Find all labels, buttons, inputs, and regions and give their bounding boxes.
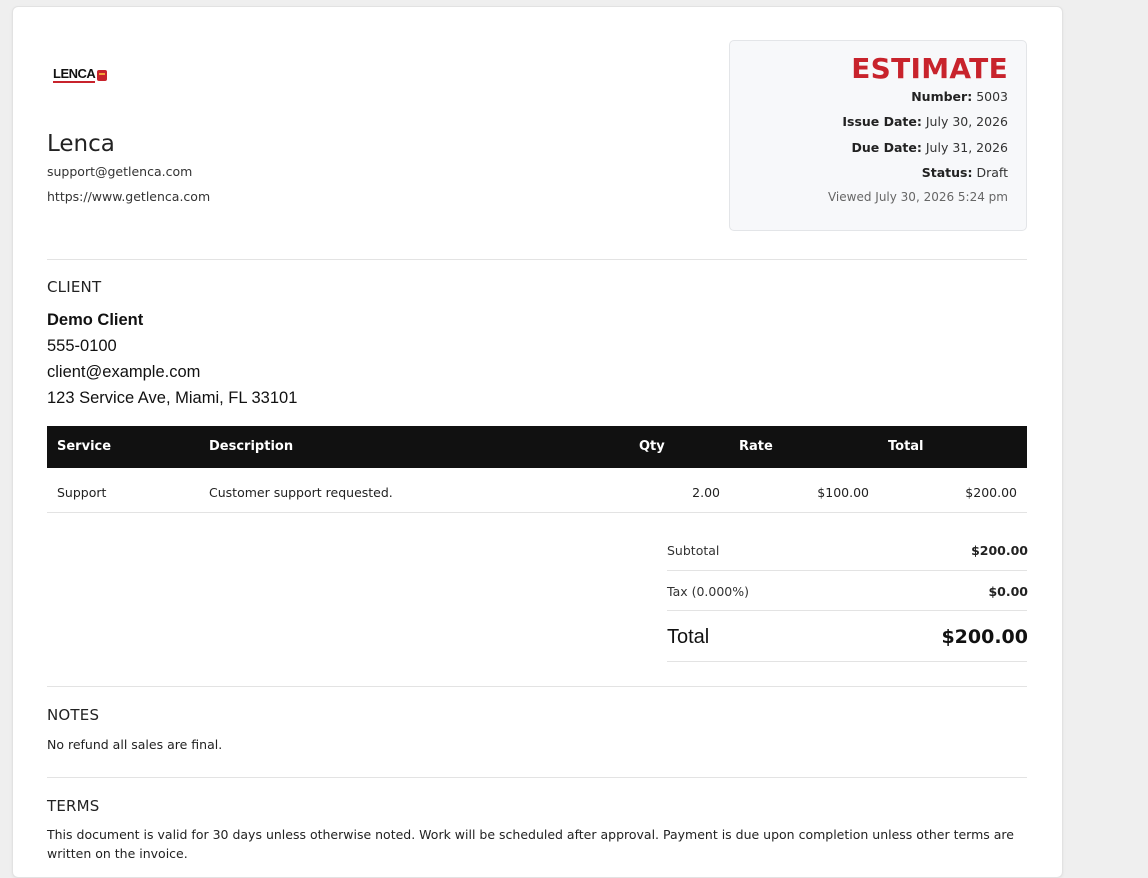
divider (667, 610, 1027, 611)
divider (667, 570, 1027, 571)
estimate-number: Number: 5003 (911, 89, 1008, 104)
status-label: Status: (921, 165, 973, 180)
status: Status: Draft (922, 165, 1008, 180)
company-website: https://www.getlenca.com (47, 189, 211, 204)
number-value: 5003 (976, 89, 1008, 104)
terms-text: This document is valid for 30 days unles… (47, 827, 1014, 861)
issue-date: Issue Date: July 30, 2026 (842, 114, 1008, 129)
row-description: Customer support requested. (209, 485, 393, 500)
issue-date-label: Issue Date: (842, 114, 922, 129)
line-items-header: Service Description Qty Rate Total (47, 426, 1027, 468)
header-rate: Rate (739, 439, 773, 454)
divider (47, 259, 1027, 260)
tax-label: Tax (0.000%) (667, 584, 750, 599)
notes-section-title: NOTES (47, 706, 100, 724)
notes-text: No refund all sales are final. (47, 737, 223, 752)
header-description: Description (209, 439, 294, 454)
logo-wordmark: LENCA (53, 66, 96, 83)
due-date-value: July 31, 2026 (925, 140, 1008, 155)
company-name: Lenca (47, 131, 115, 157)
logo-icon (97, 70, 108, 81)
subtotal-label: Subtotal (667, 543, 720, 558)
client-section-title: CLIENT (47, 278, 102, 296)
total-label: Total (667, 626, 710, 648)
terms-section-title: TERMS (47, 797, 100, 815)
client-phone: 555-0100 (47, 337, 117, 355)
client-address: 123 Service Ave, Miami, FL 33101 (47, 389, 298, 407)
row-rate: $100.00 (817, 485, 869, 500)
status-value: Draft (976, 165, 1008, 180)
document-title: ESTIMATE (851, 52, 1008, 85)
estimate-document: LENCA Lenca support@getlenca.com https:/… (12, 6, 1063, 878)
row-qty: 2.00 (692, 485, 720, 500)
header-service: Service (57, 439, 112, 454)
client-name: Demo Client (47, 311, 144, 329)
tax-value: $0.00 (988, 584, 1028, 599)
viewed-timestamp: Viewed July 30, 2026 5:24 pm (827, 190, 1008, 204)
row-service: Support (57, 485, 107, 500)
estimate-summary-box: ESTIMATE Number: 5003 Issue Date: July 3… (729, 40, 1027, 231)
header-qty: Qty (639, 439, 665, 454)
company-logo: LENCA (53, 66, 108, 83)
number-label: Number: (911, 89, 973, 104)
due-date-label: Due Date: (851, 140, 922, 155)
client-email: client@example.com (47, 363, 201, 381)
divider (47, 777, 1027, 778)
issue-date-value: July 30, 2026 (925, 114, 1008, 129)
total-value: $200.00 (941, 626, 1028, 648)
row-total: $200.00 (965, 485, 1017, 500)
table-row: Support Customer support requested. 2.00… (47, 468, 1027, 513)
subtotal-value: $200.00 (971, 543, 1028, 558)
header-total: Total (888, 439, 924, 454)
divider (47, 686, 1027, 687)
due-date: Due Date: July 31, 2026 (852, 140, 1008, 155)
company-email: support@getlenca.com (47, 164, 193, 179)
divider (667, 661, 1027, 662)
